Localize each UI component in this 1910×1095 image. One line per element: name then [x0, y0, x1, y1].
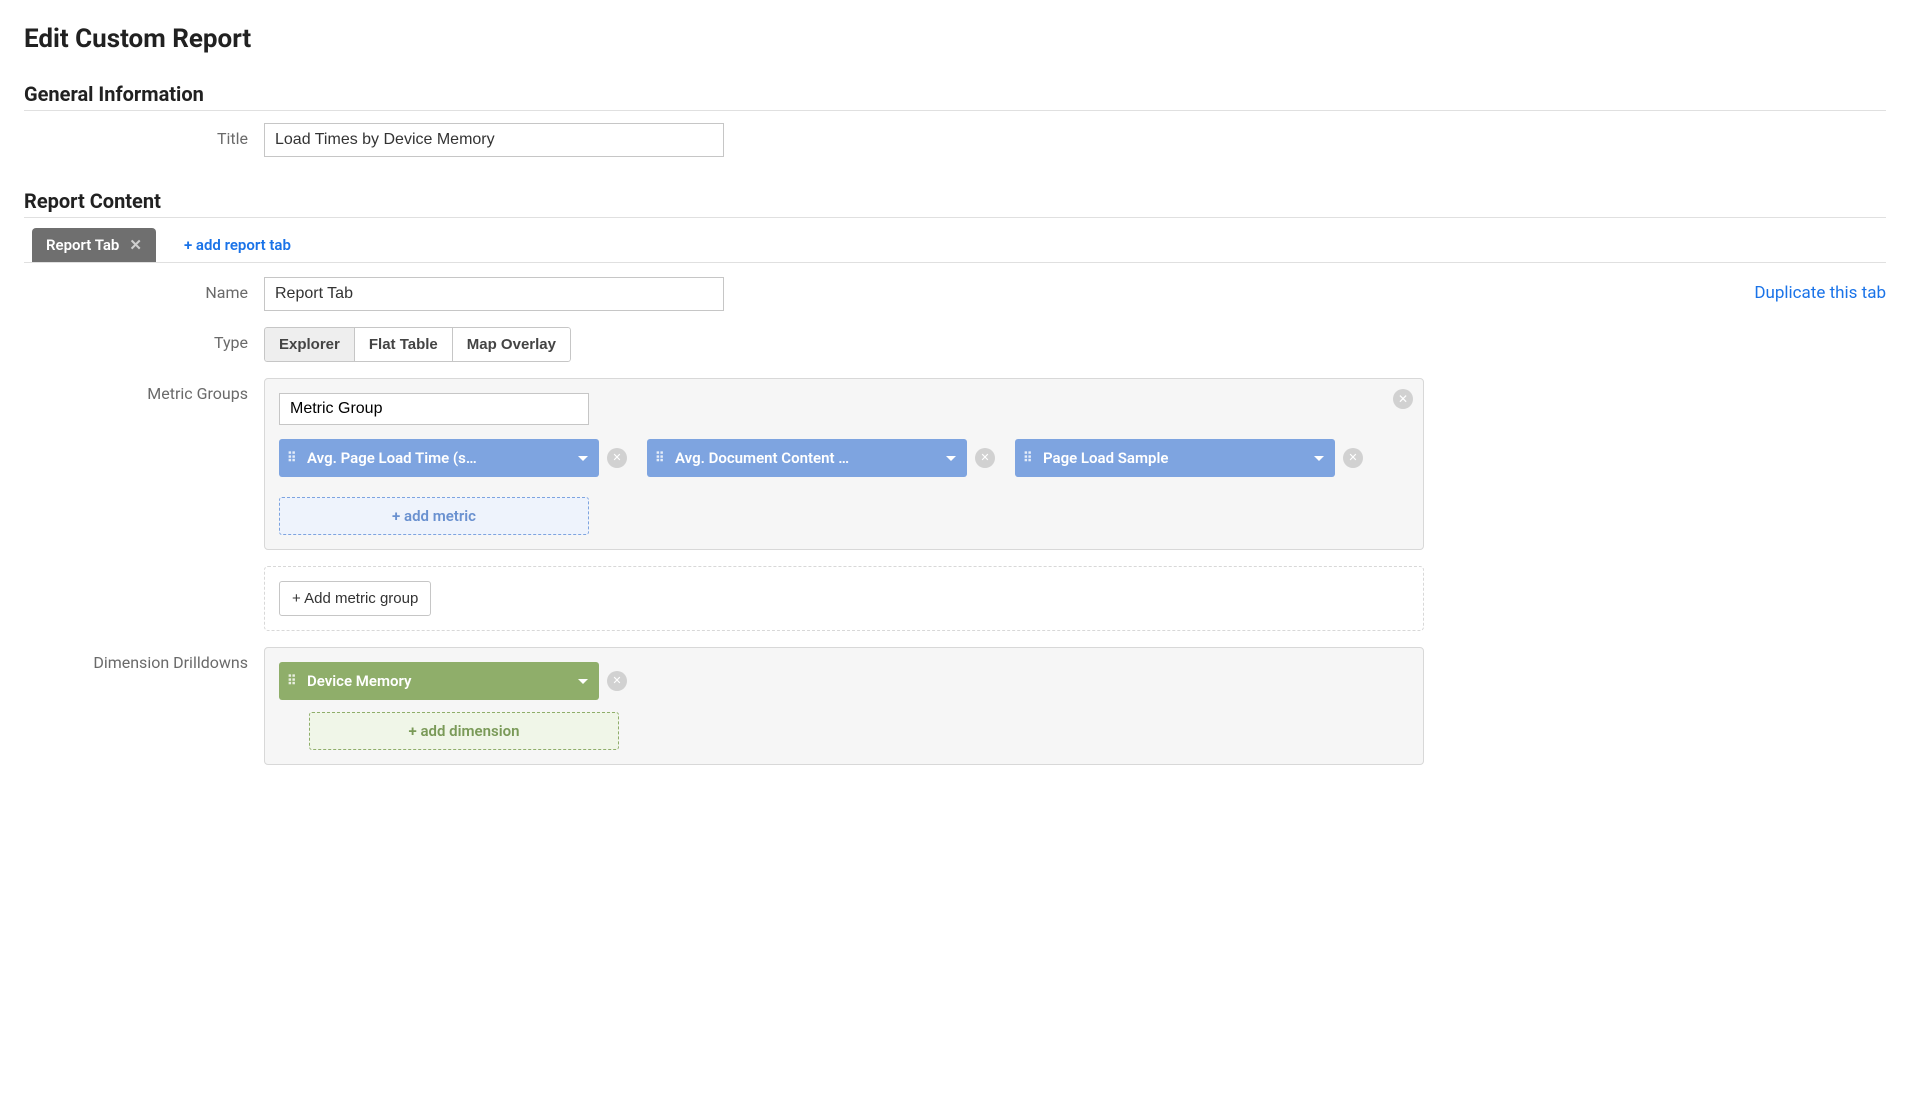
type-flat-table-button[interactable]: Flat Table — [354, 327, 453, 362]
add-report-tab-button[interactable]: + add report tab — [180, 228, 295, 262]
tab-report-tab-label: Report Tab — [46, 236, 119, 254]
metric-chip-label: Page Load Sample — [1043, 449, 1305, 467]
metric-chip[interactable]: ⠿ Avg. Page Load Time (s… — [279, 439, 599, 477]
chevron-down-icon[interactable] — [577, 672, 589, 690]
metric-group-name-input[interactable] — [279, 393, 589, 425]
tab-report-tab[interactable]: Report Tab ✕ — [32, 228, 156, 262]
type-button-group: Explorer Flat Table Map Overlay — [264, 327, 571, 362]
metric-chip[interactable]: ⠿ Avg. Document Content … — [647, 439, 967, 477]
drag-handle-icon[interactable]: ⠿ — [655, 455, 667, 462]
report-tabs-bar: Report Tab ✕ + add report tab — [24, 228, 1886, 263]
dimension-drilldowns-label: Dimension Drilldowns — [24, 647, 264, 672]
add-metric-group-panel: + Add metric group — [264, 566, 1424, 631]
add-metric-button[interactable]: + add metric — [279, 497, 589, 535]
section-content-heading: Report Content — [24, 189, 1886, 218]
section-general-heading: General Information — [24, 82, 1886, 111]
chevron-down-icon[interactable] — [577, 449, 589, 467]
report-title-input[interactable] — [264, 123, 724, 157]
add-dimension-button[interactable]: + add dimension — [309, 712, 619, 750]
remove-metric-icon[interactable]: ✕ — [1343, 448, 1363, 468]
remove-dimension-icon[interactable]: ✕ — [607, 671, 627, 691]
page-title: Edit Custom Report — [24, 24, 1886, 54]
metric-groups-label: Metric Groups — [24, 378, 264, 403]
drag-handle-icon[interactable]: ⠿ — [1023, 455, 1035, 462]
tab-type-label: Type — [24, 327, 264, 352]
drag-handle-icon[interactable]: ⠿ — [287, 455, 299, 462]
title-label: Title — [24, 123, 264, 148]
chevron-down-icon[interactable] — [1313, 449, 1325, 467]
remove-metric-group-icon[interactable]: ✕ — [1393, 389, 1413, 409]
metric-chip[interactable]: ⠿ Page Load Sample — [1015, 439, 1335, 477]
type-map-overlay-button[interactable]: Map Overlay — [452, 327, 571, 362]
metric-chips-row: ⠿ Avg. Page Load Time (s… ✕ ⠿ Avg. Docum… — [279, 439, 1409, 535]
remove-metric-icon[interactable]: ✕ — [607, 448, 627, 468]
metric-group-panel: ✕ ⠿ Avg. Page Load Time (s… ✕ ⠿ Avg. Doc… — [264, 378, 1424, 550]
close-icon[interactable]: ✕ — [129, 236, 142, 254]
tab-name-input[interactable] — [264, 277, 724, 311]
chevron-down-icon[interactable] — [945, 449, 957, 467]
dimension-chip[interactable]: ⠿ Device Memory — [279, 662, 599, 700]
remove-metric-icon[interactable]: ✕ — [975, 448, 995, 468]
drag-handle-icon[interactable]: ⠿ — [287, 678, 299, 685]
dimension-chip-label: Device Memory — [307, 672, 569, 690]
metric-chip-label: Avg. Document Content … — [675, 449, 937, 467]
dimension-drilldowns-panel: ⠿ Device Memory ✕ + add dimension — [264, 647, 1424, 765]
duplicate-tab-link[interactable]: Duplicate this tab — [1754, 277, 1886, 303]
add-metric-group-button[interactable]: + Add metric group — [279, 581, 431, 616]
metric-chip-label: Avg. Page Load Time (s… — [307, 449, 569, 467]
tab-name-label: Name — [24, 277, 264, 302]
type-explorer-button[interactable]: Explorer — [264, 327, 355, 362]
